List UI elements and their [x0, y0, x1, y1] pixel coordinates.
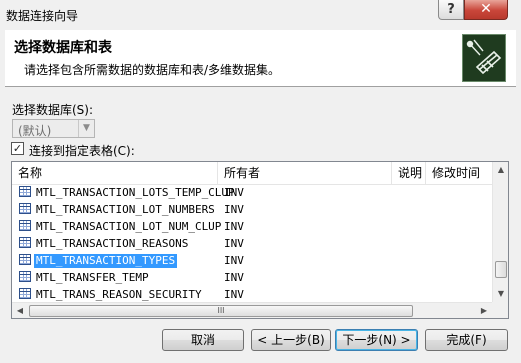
table-owner: INV — [224, 288, 244, 301]
connect-table-checkbox[interactable]: ✓ — [11, 142, 24, 155]
scroll-right-icon[interactable]: ▶ — [476, 303, 492, 318]
table-row[interactable]: MTL_TRANSACTION_LOT_NUMBERS INV — [12, 201, 492, 218]
cancel-button[interactable]: 取消 — [162, 329, 244, 351]
table-icon — [19, 203, 31, 214]
help-button[interactable]: ? — [438, 0, 464, 20]
table-name: MTL_TRANSACTION_REASONS — [36, 237, 189, 250]
table-icon — [19, 220, 31, 231]
table-name: MTL_TRANS_REASON_SECURITY — [36, 288, 202, 301]
database-wizard-icon — [462, 34, 506, 82]
table-icon — [19, 186, 31, 197]
table-icon — [19, 288, 31, 299]
next-button[interactable]: 下一步(N) > — [335, 329, 418, 351]
window-title: 数据连接向导 — [6, 9, 79, 23]
close-button[interactable]: ✕ — [464, 0, 508, 20]
column-header-owner[interactable]: 所有者 — [218, 162, 392, 184]
wizard-header: 选择数据库和表 请选择包含所需数据的数据库和表/多维数据集。 — [5, 30, 516, 87]
table-row[interactable]: MTL_TRANSFER_TEMP INV — [12, 269, 492, 286]
table-owner: INV — [224, 271, 244, 284]
table-list-header: 名称 所有者 说明 修改时间 — [12, 162, 492, 185]
scroll-down-icon[interactable]: ▼ — [493, 286, 508, 302]
database-select-value: (默认) — [18, 124, 52, 138]
column-header-name[interactable]: 名称 — [12, 162, 218, 184]
table-icon — [19, 254, 31, 265]
table-owner: INV — [224, 186, 244, 199]
table-icon — [19, 271, 31, 282]
data-connection-wizard-dialog: 数据连接向导 ? ✕ 选择数据库和表 请选择包含所需数据的数据库和表/多维数据集… — [0, 0, 521, 363]
table-name: MTL_TRANSACTION_LOT_NUMBERS — [36, 203, 215, 216]
table-row[interactable]: MTL_TRANS_REASON_SECURITY INV — [12, 286, 492, 303]
column-header-description[interactable]: 说明 — [392, 162, 426, 184]
table-owner: INV — [224, 220, 244, 233]
table-name: MTL_TRANSFER_TEMP — [36, 271, 149, 284]
vertical-scrollbar[interactable]: ▲ ▼ — [492, 162, 508, 302]
table-owner: INV — [224, 203, 244, 216]
horizontal-scrollbar[interactable]: ◀ III ▶ — [12, 302, 492, 318]
title-bar: 数据连接向导 ? ✕ — [0, 0, 521, 30]
table-icon — [19, 237, 31, 248]
table-owner: INV — [224, 237, 244, 250]
column-header-modified[interactable]: 修改时间 — [426, 162, 492, 184]
table-name: MTL_TRANSACTION_LOT_NUM_CLUP — [36, 220, 222, 233]
back-button[interactable]: < 上一步(B) — [251, 329, 331, 351]
vertical-scroll-thumb[interactable] — [495, 261, 507, 278]
scroll-up-icon[interactable]: ▲ — [493, 162, 508, 178]
page-subtitle: 请选择包含所需数据的数据库和表/多维数据集。 — [24, 63, 281, 77]
table-row[interactable]: MTL_TRANSACTION_LOTS_TEMP_CLUP INV — [12, 184, 492, 201]
table-row[interactable]: MTL_TRANSACTION_LOT_NUM_CLUP INV — [12, 218, 492, 235]
horizontal-scroll-thumb[interactable]: III — [29, 305, 413, 317]
database-label: 选择数据库(S): — [12, 103, 94, 117]
scrollbar-corner — [492, 302, 508, 318]
chevron-down-icon[interactable]: ▼ — [78, 120, 94, 137]
table-owner: INV — [224, 254, 244, 267]
table-name: MTL_TRANSACTION_TYPES — [34, 254, 178, 268]
page-title: 选择数据库和表 — [14, 40, 112, 56]
table-row-selected[interactable]: MTL_TRANSACTION_TYPES INV — [12, 252, 492, 269]
table-row[interactable]: MTL_TRANSACTION_REASONS INV — [12, 235, 492, 252]
table-list[interactable]: 名称 所有者 说明 修改时间 MTL_TRANSACTION_LOTS_TEMP… — [11, 161, 509, 319]
finish-button[interactable]: 完成(F) — [425, 329, 508, 351]
table-name: MTL_TRANSACTION_LOTS_TEMP_CLUP — [36, 186, 235, 199]
connect-table-label[interactable]: 连接到指定表格(C): — [29, 142, 135, 159]
database-select[interactable]: (默认) ▼ — [12, 119, 95, 138]
scroll-left-icon[interactable]: ◀ — [12, 303, 28, 318]
